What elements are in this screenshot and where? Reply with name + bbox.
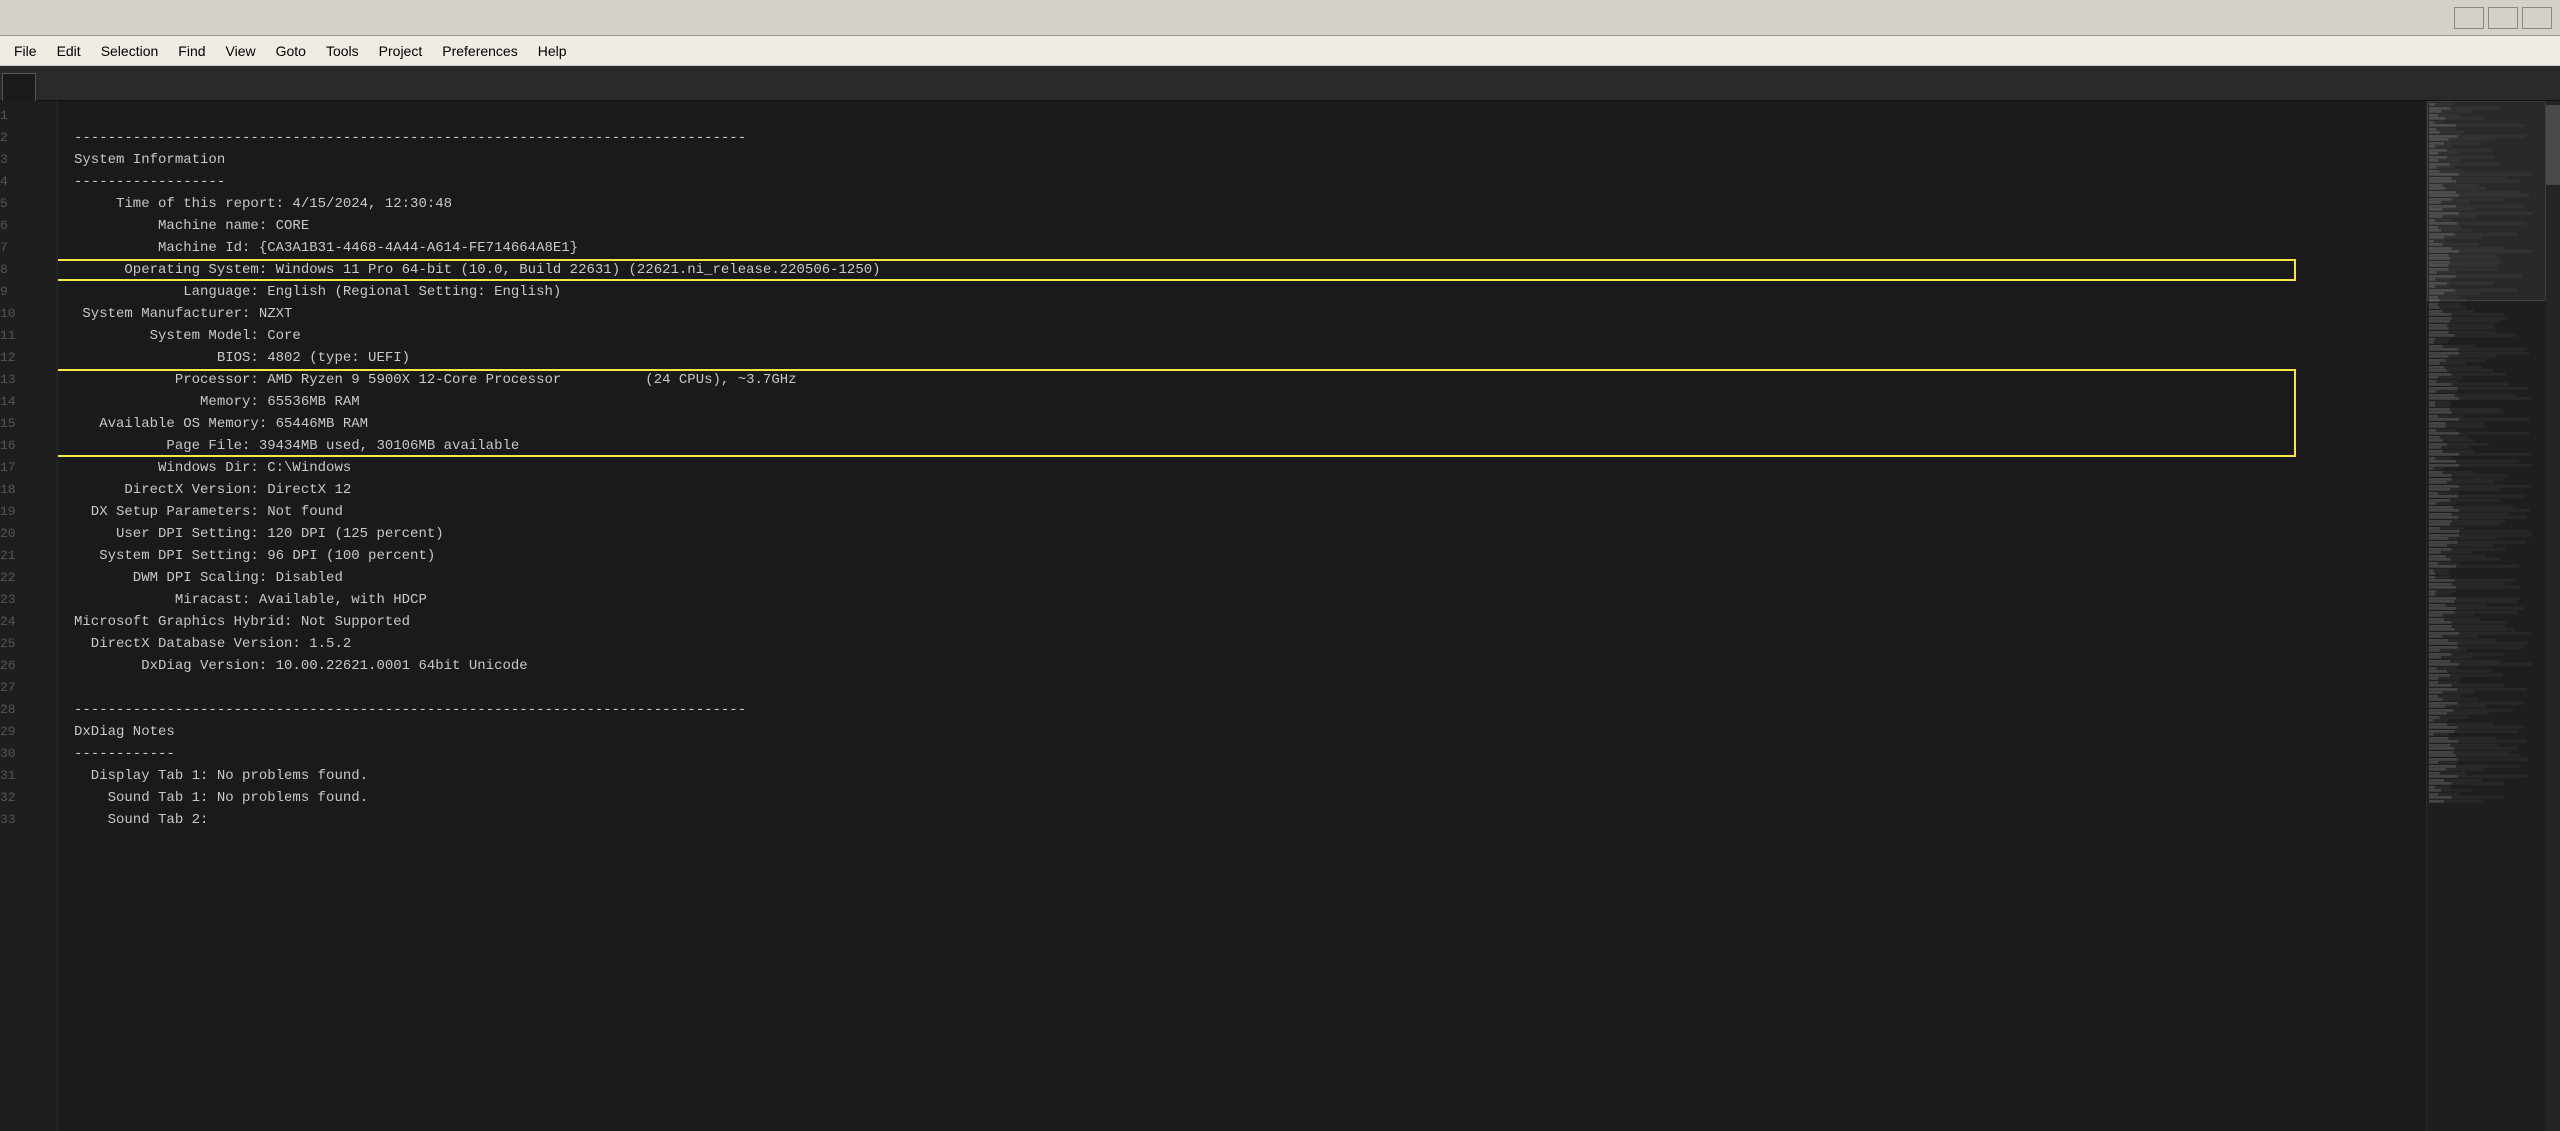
line-number-13: 13	[0, 369, 49, 391]
line-number-12: 12	[0, 347, 49, 369]
line-number-5: 5	[0, 193, 49, 215]
line-number-1: 1	[0, 105, 49, 127]
line-number-6: 6	[0, 215, 49, 237]
editor-line-4: ------------------	[74, 171, 2426, 193]
line-number-17: 17	[0, 457, 49, 479]
line-number-29: 29	[0, 721, 49, 743]
editor-line-27	[74, 677, 2426, 699]
editor-line-30: ------------	[74, 743, 2426, 765]
line-number-24: 24	[0, 611, 49, 633]
line-number-15: 15	[0, 413, 49, 435]
editor-line-14: Memory: 65536MB RAM	[74, 391, 2426, 413]
line-number-2: 2	[0, 127, 49, 149]
editor-line-11: System Model: Core	[74, 325, 2426, 347]
scrollbar-thumb[interactable]	[2546, 105, 2560, 185]
menu-item-help[interactable]: Help	[528, 39, 577, 63]
line-number-10: 10	[0, 303, 49, 325]
editor-line-33: Sound Tab 2:	[74, 809, 2426, 831]
line-number-32: 32	[0, 787, 49, 809]
line-number-9: 9	[0, 281, 49, 303]
menu-bar: FileEditSelectionFindViewGotoToolsProjec…	[0, 36, 2560, 66]
line-number-19: 19	[0, 501, 49, 523]
editor-line-5: Time of this report: 4/15/2024, 12:30:48	[74, 193, 2426, 215]
editor-line-8: Operating System: Windows 11 Pro 64-bit …	[74, 259, 2426, 281]
editor-line-12: BIOS: 4802 (type: UEFI)	[74, 347, 2426, 369]
minimap-viewport	[2427, 101, 2546, 301]
menu-item-project[interactable]: Project	[369, 39, 433, 63]
line-number-23: 23	[0, 589, 49, 611]
editor-line-25: DirectX Database Version: 1.5.2	[74, 633, 2426, 655]
editor-line-10: System Manufacturer: NZXT	[74, 303, 2426, 325]
line-number-30: 30	[0, 743, 49, 765]
editor-line-20: User DPI Setting: 120 DPI (125 percent)	[74, 523, 2426, 545]
menu-item-selection[interactable]: Selection	[91, 39, 169, 63]
line-number-gutter: 1234567891011121314151617181920212223242…	[0, 101, 58, 1131]
line-number-21: 21	[0, 545, 49, 567]
minimap[interactable]: ████▒▒▒▒▒▒▒▒▒▒▒▒ ██████████████▒▒▒▒▒▒▒▒▒…	[2426, 101, 2546, 1131]
menu-item-find[interactable]: Find	[168, 39, 215, 63]
line-number-27: 27	[0, 677, 49, 699]
editor-line-7: Machine Id: {CA3A1B31-4468-4A44-A614-FE7…	[74, 237, 2426, 259]
line-number-26: 26	[0, 655, 49, 677]
editor-line-32: Sound Tab 1: No problems found.	[74, 787, 2426, 809]
editor-line-6: Machine name: CORE	[74, 215, 2426, 237]
minimize-button[interactable]	[2454, 7, 2484, 29]
tab-dxdiag[interactable]	[2, 73, 36, 101]
editor-line-15: Available OS Memory: 65446MB RAM	[74, 413, 2426, 435]
editor-line-9: Language: English (Regional Setting: Eng…	[74, 281, 2426, 303]
vertical-scrollbar[interactable]	[2546, 101, 2560, 1131]
editor-line-28: ----------------------------------------…	[74, 699, 2426, 721]
line-number-18: 18	[0, 479, 49, 501]
editor-line-21: System DPI Setting: 96 DPI (100 percent)	[74, 545, 2426, 567]
line-number-3: 3	[0, 149, 49, 171]
menu-item-preferences[interactable]: Preferences	[432, 39, 527, 63]
menu-item-view[interactable]: View	[216, 39, 266, 63]
tab-bar	[0, 66, 2560, 101]
editor-line-18: DirectX Version: DirectX 12	[74, 479, 2426, 501]
line-number-16: 16	[0, 435, 49, 457]
line-number-28: 28	[0, 699, 49, 721]
editor-line-2: ----------------------------------------…	[74, 127, 2426, 149]
maximize-button[interactable]	[2488, 7, 2518, 29]
editor-line-19: DX Setup Parameters: Not found	[74, 501, 2426, 523]
editor-line-29: DxDiag Notes	[74, 721, 2426, 743]
line-number-25: 25	[0, 633, 49, 655]
editor-line-24: Microsoft Graphics Hybrid: Not Supported	[74, 611, 2426, 633]
line-number-8: 8	[0, 259, 49, 281]
menu-item-goto[interactable]: Goto	[266, 39, 316, 63]
menu-item-edit[interactable]: Edit	[47, 39, 91, 63]
line-number-14: 14	[0, 391, 49, 413]
editor-line-23: Miracast: Available, with HDCP	[74, 589, 2426, 611]
editor-line-1	[74, 105, 2426, 127]
editor-line-26: DxDiag Version: 10.00.22621.0001 64bit U…	[74, 655, 2426, 677]
line-number-11: 11	[0, 325, 49, 347]
line-number-4: 4	[0, 171, 49, 193]
line-number-22: 22	[0, 567, 49, 589]
menu-item-tools[interactable]: Tools	[316, 39, 369, 63]
line-number-7: 7	[0, 237, 49, 259]
editor-content[interactable]: ----------------------------------------…	[58, 101, 2426, 1131]
editor-line-31: Display Tab 1: No problems found.	[74, 765, 2426, 787]
title-bar	[0, 0, 2560, 36]
editor-area: 1234567891011121314151617181920212223242…	[0, 101, 2560, 1131]
editor-line-17: Windows Dir: C:\Windows	[74, 457, 2426, 479]
editor-line-3: System Information	[74, 149, 2426, 171]
editor-line-13: Processor: AMD Ryzen 9 5900X 12-Core Pro…	[74, 369, 2426, 391]
line-number-31: 31	[0, 765, 49, 787]
close-button[interactable]	[2522, 7, 2552, 29]
menu-item-file[interactable]: File	[4, 39, 47, 63]
window-controls	[2454, 7, 2552, 29]
line-number-33: 33	[0, 809, 49, 831]
line-number-20: 20	[0, 523, 49, 545]
editor-line-22: DWM DPI Scaling: Disabled	[74, 567, 2426, 589]
editor-line-16: Page File: 39434MB used, 30106MB availab…	[74, 435, 2426, 457]
